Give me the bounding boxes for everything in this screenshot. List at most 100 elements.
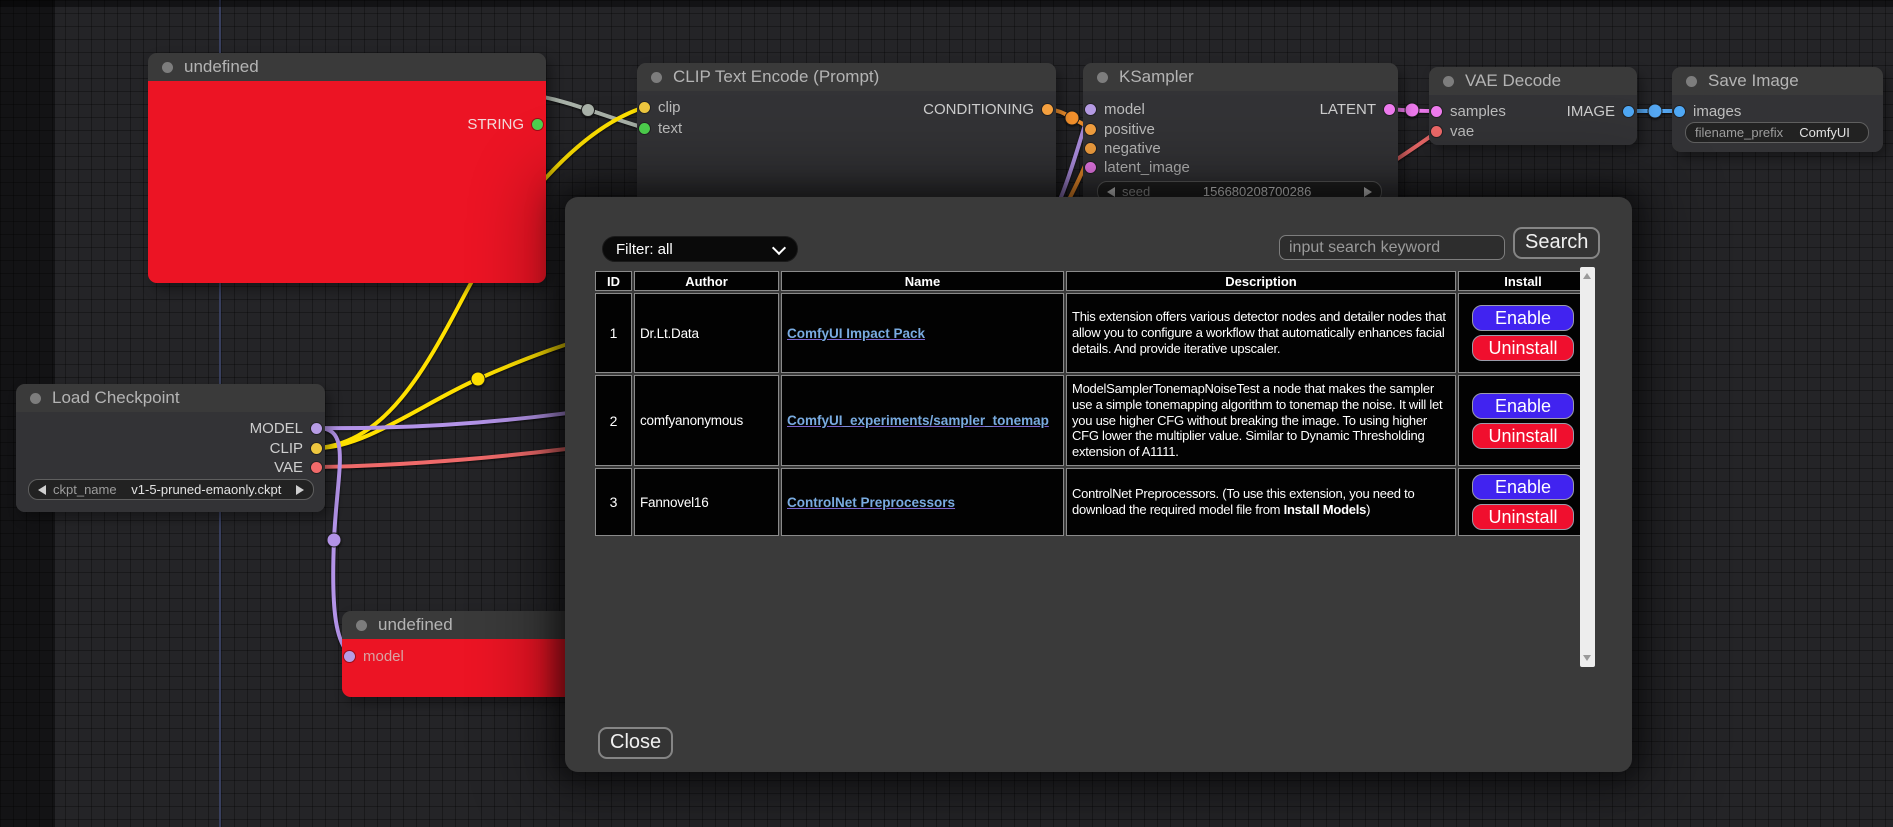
node-clip-text-encode[interactable]: CLIP Text Encode (Prompt) clip text COND…: [637, 63, 1056, 210]
column-header-author: Author: [634, 271, 779, 291]
output-port-clip[interactable]: CLIP: [270, 441, 322, 456]
port-dot-latent-image[interactable]: [1085, 162, 1096, 173]
port-dot-model-in[interactable]: [344, 651, 355, 662]
output-port-conditioning[interactable]: CONDITIONING: [923, 102, 1053, 117]
uninstall-button[interactable]: Uninstall: [1472, 504, 1574, 530]
node-status-dot: [1686, 76, 1697, 87]
ckpt-name-widget[interactable]: ckpt_name v1-5-pruned-emaonly.ckpt: [28, 479, 314, 500]
input-port-images[interactable]: images: [1674, 104, 1741, 119]
extension-table: ID Author Name Description Install 1 Dr.…: [593, 269, 1590, 538]
cell-author: comfyanonymous: [634, 375, 779, 466]
table-row: 3 Fannovel16 ControlNet Preprocessors Co…: [595, 468, 1588, 536]
output-port-image[interactable]: IMAGE: [1567, 104, 1634, 119]
node-title: Load Checkpoint: [52, 388, 180, 408]
cell-description: ModelSamplerTonemapNoiseTest a node that…: [1066, 375, 1456, 466]
scrollbar-down-arrow-icon[interactable]: [1583, 655, 1591, 661]
reroute-dot[interactable]: [582, 104, 595, 117]
reroute-dot[interactable]: [1648, 104, 1662, 118]
uninstall-button[interactable]: Uninstall: [1472, 335, 1574, 361]
cell-author: Dr.Lt.Data: [634, 293, 779, 373]
column-header-id: ID: [595, 271, 632, 291]
node-vae-decode[interactable]: VAE Decode samples vae IMAGE: [1429, 67, 1637, 145]
port-dot-latent[interactable]: [1384, 104, 1395, 115]
port-dot-conditioning[interactable]: [1042, 104, 1053, 115]
port-dot-vae[interactable]: [1431, 126, 1442, 137]
input-port-text[interactable]: text: [639, 121, 682, 136]
node-save-image[interactable]: Save Image images filename_prefix ComfyU…: [1672, 67, 1883, 152]
reroute-dot[interactable]: [1065, 111, 1079, 125]
output-port-vae[interactable]: VAE: [274, 460, 322, 475]
node-undefined-top[interactable]: undefined STRING: [148, 53, 546, 283]
input-port-clip[interactable]: clip: [639, 100, 681, 115]
port-dot-samples[interactable]: [1431, 106, 1442, 117]
input-port-model[interactable]: model: [344, 649, 404, 664]
column-header-install: Install: [1458, 271, 1588, 291]
enable-button[interactable]: Enable: [1472, 393, 1574, 419]
extension-link[interactable]: ControlNet Preprocessors: [787, 495, 955, 510]
filter-select[interactable]: Filter: all: [602, 236, 798, 262]
node-title: VAE Decode: [1465, 71, 1561, 91]
reroute-dot[interactable]: [471, 372, 485, 386]
increment-arrow-icon[interactable]: [1364, 187, 1372, 197]
port-dot-model-out[interactable]: [311, 423, 322, 434]
input-port-vae[interactable]: vae: [1431, 124, 1474, 139]
port-dot-image[interactable]: [1623, 106, 1634, 117]
node-status-dot: [1097, 72, 1108, 83]
table-scrollbar[interactable]: [1580, 267, 1595, 667]
cell-id: 2: [595, 375, 632, 466]
input-port-model[interactable]: model: [1085, 102, 1145, 117]
input-port-negative[interactable]: negative: [1085, 141, 1161, 156]
enable-button[interactable]: Enable: [1472, 305, 1574, 331]
output-port-model[interactable]: MODEL: [250, 421, 322, 436]
port-dot-positive[interactable]: [1085, 124, 1096, 135]
uninstall-button[interactable]: Uninstall: [1472, 423, 1574, 449]
output-port-latent[interactable]: LATENT: [1320, 102, 1395, 117]
cell-description: This extension offers various detector n…: [1066, 293, 1456, 373]
node-title: undefined: [378, 615, 453, 635]
extension-link[interactable]: ComfyUI_experiments/sampler_tonemap: [787, 413, 1049, 428]
reroute-dot[interactable]: [327, 533, 341, 547]
node-title: CLIP Text Encode (Prompt): [673, 67, 879, 87]
node-status-dot: [1443, 76, 1454, 87]
node-title: undefined: [184, 57, 259, 77]
port-dot-negative[interactable]: [1085, 143, 1096, 154]
port-dot-model[interactable]: [1085, 104, 1096, 115]
node-error-body: STRING: [148, 81, 546, 283]
extension-table-wrap: ID Author Name Description Install 1 Dr.…: [593, 267, 1595, 667]
port-dot-clip[interactable]: [639, 102, 650, 113]
table-row: 2 comfyanonymous ComfyUI_experiments/sam…: [595, 375, 1588, 466]
port-dot-vae-out[interactable]: [311, 462, 322, 473]
search-input[interactable]: [1279, 235, 1505, 260]
node-status-dot: [162, 62, 173, 73]
extension-link[interactable]: ComfyUI Impact Pack: [787, 326, 925, 341]
node-title: KSampler: [1119, 67, 1194, 87]
node-status-dot: [356, 620, 367, 631]
decrement-arrow-icon[interactable]: [38, 485, 46, 495]
port-dot-images[interactable]: [1674, 106, 1685, 117]
column-header-description: Description: [1066, 271, 1456, 291]
input-port-positive[interactable]: positive: [1085, 122, 1155, 137]
increment-arrow-icon[interactable]: [296, 485, 304, 495]
cell-id: 1: [595, 293, 632, 373]
input-port-latent-image[interactable]: latent_image: [1085, 160, 1190, 175]
port-dot-text[interactable]: [639, 123, 650, 134]
decrement-arrow-icon[interactable]: [1107, 187, 1115, 197]
close-button[interactable]: Close: [598, 727, 673, 759]
search-button[interactable]: Search: [1513, 227, 1600, 259]
node-load-checkpoint[interactable]: Load Checkpoint MODEL CLIP VAE ckpt_name…: [16, 384, 325, 512]
reroute-dot[interactable]: [1405, 103, 1419, 117]
scrollbar-up-arrow-icon[interactable]: [1583, 273, 1591, 279]
port-dot-string[interactable]: [532, 119, 543, 130]
filename-prefix-widget[interactable]: filename_prefix ComfyUI: [1685, 122, 1869, 143]
table-header-row: ID Author Name Description Install: [595, 271, 1588, 291]
input-port-samples[interactable]: samples: [1431, 104, 1506, 119]
cell-id: 3: [595, 468, 632, 536]
enable-button[interactable]: Enable: [1472, 474, 1574, 500]
port-dot-clip-out[interactable]: [311, 443, 322, 454]
output-port-string[interactable]: STRING: [467, 117, 543, 132]
node-ksampler[interactable]: KSampler model positive negative latent_…: [1083, 63, 1398, 210]
node-status-dot: [30, 393, 41, 404]
manager-dialog: Filter: all Search ID Author Name Descri…: [565, 197, 1632, 772]
node-title: Save Image: [1708, 71, 1799, 91]
column-header-name: Name: [781, 271, 1064, 291]
